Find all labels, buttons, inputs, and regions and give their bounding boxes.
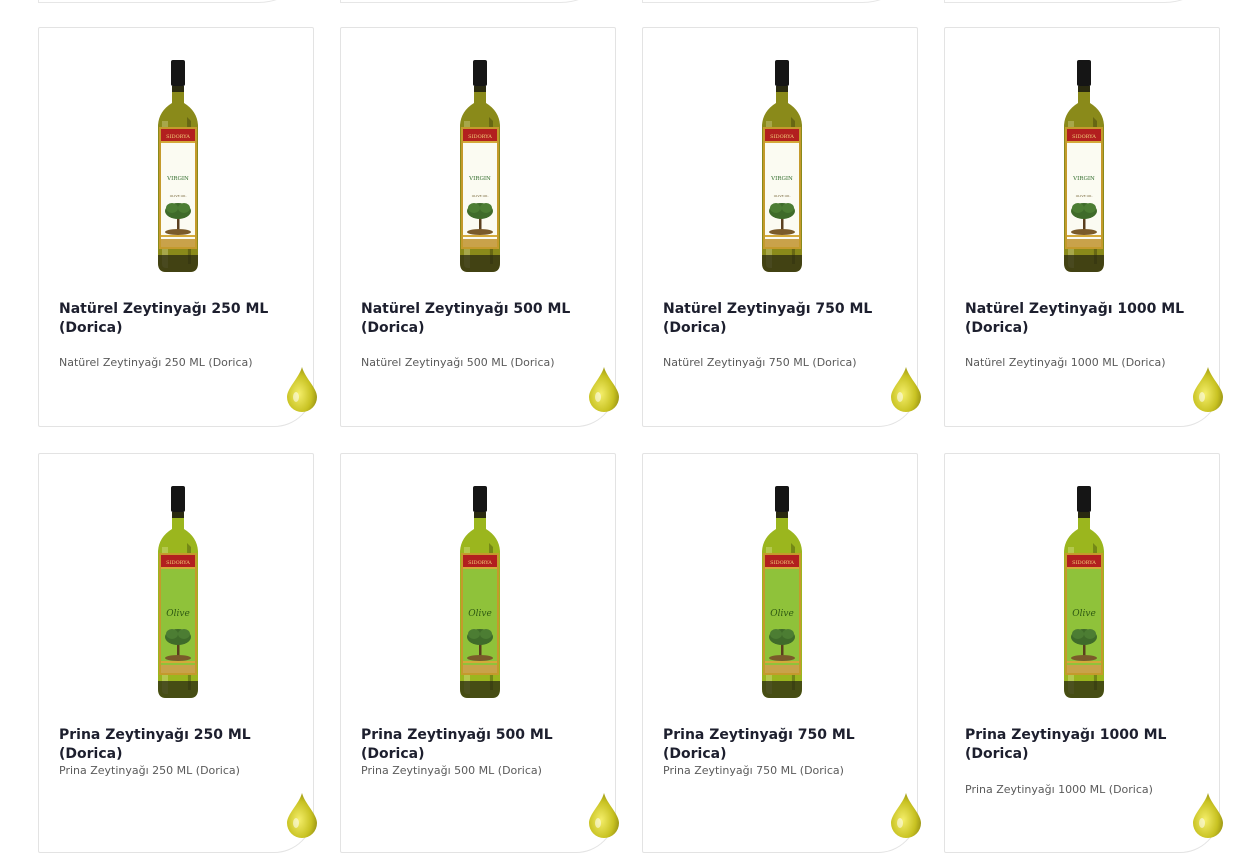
product-title[interactable]: Natürel Zeytinyağı 250 ML (Dorica) bbox=[59, 300, 299, 338]
svg-text:SIDORYA: SIDORYA bbox=[770, 134, 794, 140]
olive-oil-drop-icon bbox=[1191, 366, 1225, 412]
olive-oil-drop-icon bbox=[889, 366, 923, 412]
previous-row-card bbox=[340, 0, 620, 3]
svg-text:Olive: Olive bbox=[468, 609, 492, 619]
olive-oil-drop-icon bbox=[1191, 792, 1225, 838]
svg-text:SIDORYA: SIDORYA bbox=[468, 560, 492, 566]
svg-text:SIDORYA: SIDORYA bbox=[1072, 560, 1096, 566]
previous-row-card bbox=[944, 0, 1224, 3]
product-card[interactable]: SIDORYA Olive Prina Zeytinyağı 750 ML (D… bbox=[642, 453, 918, 853]
svg-text:OLIVE OIL: OLIVE OIL bbox=[472, 194, 489, 198]
svg-text:SIDORYA: SIDORYA bbox=[468, 134, 492, 140]
product-image[interactable]: SIDORYA VIRGIN OLIVE OIL bbox=[757, 59, 807, 274]
product-description: Natürel Zeytinyağı 1000 ML (Dorica) bbox=[965, 356, 1166, 369]
product-description: Natürel Zeytinyağı 500 ML (Dorica) bbox=[361, 356, 555, 369]
olive-oil-drop-icon bbox=[587, 792, 621, 838]
svg-text:Olive: Olive bbox=[166, 609, 190, 619]
product-title[interactable]: Natürel Zeytinyağı 1000 ML (Dorica) bbox=[965, 300, 1205, 338]
previous-row-card bbox=[642, 0, 922, 3]
product-card[interactable]: SIDORYA VIRGIN OLIVE OIL Natürel Zeytiny… bbox=[642, 27, 918, 427]
previous-row-card bbox=[38, 0, 318, 3]
product-image[interactable]: SIDORYA VIRGIN OLIVE OIL bbox=[455, 59, 505, 274]
product-description: Natürel Zeytinyağı 750 ML (Dorica) bbox=[663, 356, 857, 369]
product-description: Prina Zeytinyağı 750 ML (Dorica) bbox=[663, 764, 844, 777]
svg-text:SIDORYA: SIDORYA bbox=[166, 134, 190, 140]
svg-text:VIRGIN: VIRGIN bbox=[1072, 176, 1095, 182]
svg-text:OLIVE OIL: OLIVE OIL bbox=[1076, 194, 1093, 198]
svg-text:SIDORYA: SIDORYA bbox=[770, 560, 794, 566]
svg-text:VIRGIN: VIRGIN bbox=[468, 176, 491, 182]
product-title[interactable]: Natürel Zeytinyağı 750 ML (Dorica) bbox=[663, 300, 903, 338]
olive-oil-drop-icon bbox=[285, 366, 319, 412]
product-title[interactable]: Natürel Zeytinyağı 500 ML (Dorica) bbox=[361, 300, 601, 338]
olive-oil-drop-icon bbox=[587, 366, 621, 412]
product-title[interactable]: Prina Zeytinyağı 250 ML (Dorica) bbox=[59, 726, 299, 764]
product-image[interactable]: SIDORYA Olive bbox=[455, 485, 505, 700]
olive-oil-drop-icon bbox=[889, 792, 923, 838]
product-image[interactable]: SIDORYA Olive bbox=[153, 485, 203, 700]
svg-text:Olive: Olive bbox=[1072, 609, 1096, 619]
product-card[interactable]: SIDORYA VIRGIN OLIVE OIL Natürel Zeytiny… bbox=[944, 27, 1220, 427]
product-title[interactable]: Prina Zeytinyağı 500 ML (Dorica) bbox=[361, 726, 601, 764]
product-description: Prina Zeytinyağı 500 ML (Dorica) bbox=[361, 764, 542, 777]
svg-text:SIDORYA: SIDORYA bbox=[1072, 134, 1096, 140]
product-card[interactable]: SIDORYA Olive Prina Zeytinyağı 250 ML (D… bbox=[38, 453, 314, 853]
product-title[interactable]: Prina Zeytinyağı 1000 ML (Dorica) bbox=[965, 726, 1205, 764]
product-title[interactable]: Prina Zeytinyağı 750 ML (Dorica) bbox=[663, 726, 903, 764]
svg-text:VIRGIN: VIRGIN bbox=[770, 176, 793, 182]
product-description: Prina Zeytinyağı 250 ML (Dorica) bbox=[59, 764, 240, 777]
olive-oil-drop-icon bbox=[285, 792, 319, 838]
product-card[interactable]: SIDORYA VIRGIN OLIVE OIL Natürel Zeytiny… bbox=[38, 27, 314, 427]
product-description: Prina Zeytinyağı 1000 ML (Dorica) bbox=[965, 783, 1153, 796]
product-image[interactable]: SIDORYA VIRGIN OLIVE OIL bbox=[1059, 59, 1109, 274]
product-card[interactable]: SIDORYA Olive Prina Zeytinyağı 500 ML (D… bbox=[340, 453, 616, 853]
svg-text:Olive: Olive bbox=[770, 609, 794, 619]
product-image[interactable]: SIDORYA Olive bbox=[757, 485, 807, 700]
product-description: Natürel Zeytinyağı 250 ML (Dorica) bbox=[59, 356, 253, 369]
svg-text:OLIVE OIL: OLIVE OIL bbox=[774, 194, 791, 198]
product-image[interactable]: SIDORYA Olive bbox=[1059, 485, 1109, 700]
product-image[interactable]: SIDORYA VIRGIN OLIVE OIL bbox=[153, 59, 203, 274]
product-card[interactable]: SIDORYA Olive Prina Zeytinyağı 1000 ML (… bbox=[944, 453, 1220, 853]
svg-text:VIRGIN: VIRGIN bbox=[166, 176, 189, 182]
product-card[interactable]: SIDORYA VIRGIN OLIVE OIL Natürel Zeytiny… bbox=[340, 27, 616, 427]
svg-text:SIDORYA: SIDORYA bbox=[166, 560, 190, 566]
svg-text:OLIVE OIL: OLIVE OIL bbox=[170, 194, 187, 198]
